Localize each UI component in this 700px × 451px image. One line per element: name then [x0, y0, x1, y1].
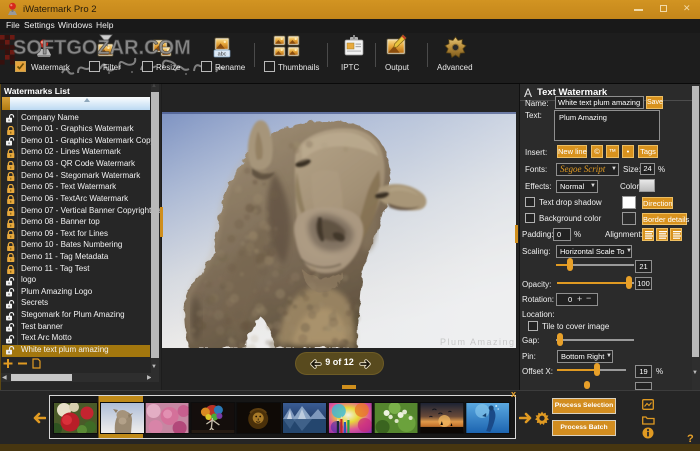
svg-text:Plum Amazing: Plum Amazing	[440, 337, 516, 347]
svg-text:SOFTGOZAR.COM: SOFTGOZAR.COM	[13, 37, 191, 59]
